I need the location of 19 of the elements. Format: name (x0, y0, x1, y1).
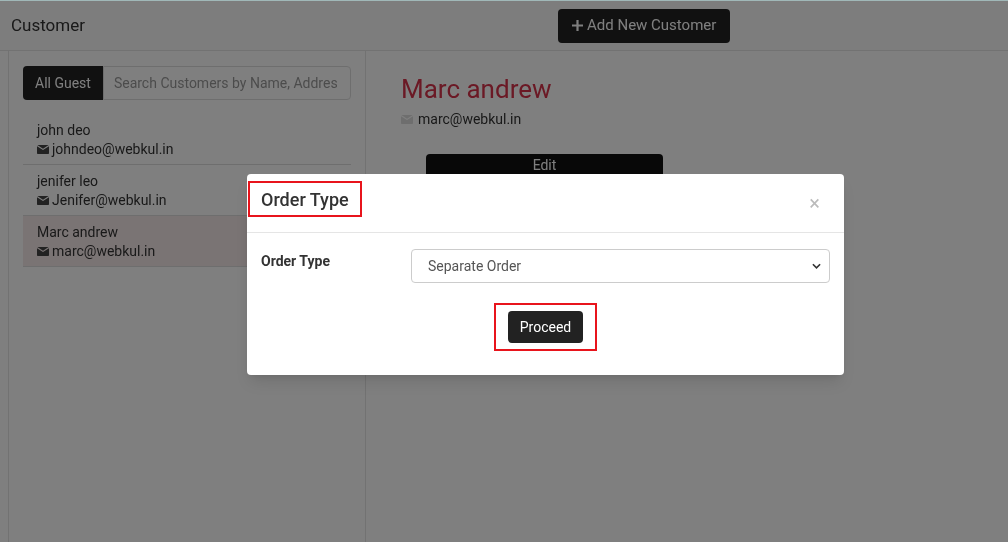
envelope-icon (37, 247, 49, 256)
customer-email: marc@webkul.in (418, 110, 522, 129)
add-customer-button[interactable]: Add New Customer (558, 8, 731, 43)
customer-name: Marc andrew (37, 223, 120, 242)
customer-email: marc@webkul.in (52, 242, 156, 261)
plus-icon (572, 20, 583, 31)
customer-name: jenifer leo (37, 172, 100, 191)
page-title: Customer (11, 13, 86, 37)
envelope-icon (37, 145, 49, 154)
proceed-button[interactable]: Proceed (507, 311, 584, 343)
envelope-icon (37, 196, 49, 205)
dialog-title: Order Type (261, 187, 349, 212)
chevron-down-icon (812, 263, 821, 269)
customer-name-heading: Marc andrew (401, 73, 553, 105)
customer-email: johndeo@webkul.in (52, 140, 174, 159)
customer-email: Jenifer@webkul.in (52, 191, 167, 210)
all-guest-tab[interactable]: All Guest (23, 66, 103, 100)
customer-name: john deo (37, 121, 92, 140)
order-type-select[interactable]: Separate Order (411, 249, 830, 283)
